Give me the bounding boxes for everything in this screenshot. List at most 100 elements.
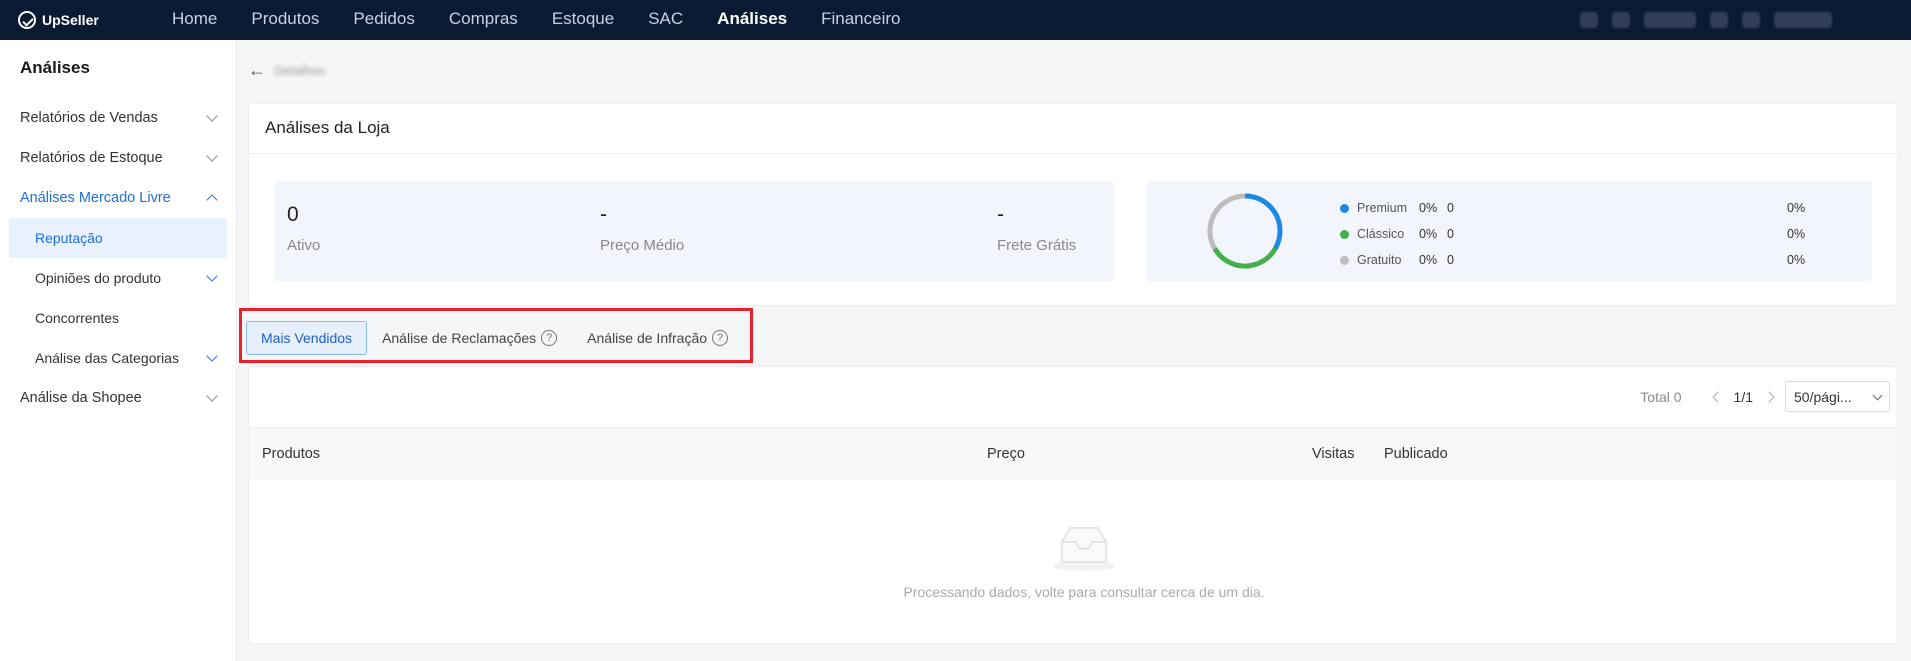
legend-row-classico: Clássico 0% 0 0% [1340, 221, 1820, 247]
legend-count: 0 [1447, 201, 1454, 215]
nav-compras[interactable]: Compras [432, 0, 535, 40]
sidebar-item-label: Análise da Shopee [20, 390, 142, 406]
sidebar: Análises Relatórios de Vendas Relatórios… [0, 40, 237, 661]
breadcrumb: ← Detalhes [248, 60, 325, 80]
chevron-up-icon [206, 194, 218, 206]
stat-label: Ativo [287, 237, 321, 254]
legend-pct2: 0% [1787, 201, 1806, 215]
nav-financeiro[interactable]: Financeiro [804, 0, 917, 40]
nav-analises[interactable]: Análises [700, 0, 804, 40]
stat-preco-medio: - Preço Médio [600, 203, 684, 254]
stat-label: Preço Médio [600, 237, 685, 254]
empty-state-text: Processando dados, volte para consultar … [903, 584, 1265, 600]
help-icon[interactable] [1612, 12, 1630, 28]
sidebar-item-shopee[interactable]: Análise da Shopee [0, 378, 236, 418]
breadcrumb-label: Detalhes [274, 62, 326, 78]
legend-row-gratuito: Gratuito 0% 0 0% [1340, 247, 1820, 273]
chevron-left-icon[interactable] [1711, 390, 1724, 403]
sidebar-item-opinioes[interactable]: Opiniões do produto [0, 258, 236, 298]
back-arrow-icon[interactable]: ← [248, 61, 266, 79]
sidebar-item-mercado-livre[interactable]: Análises Mercado Livre [0, 178, 236, 218]
settings-icon[interactable] [1742, 12, 1760, 28]
column-header-visitas[interactable]: Visitas [1312, 446, 1354, 462]
tab-label: Análise de Infração [587, 330, 708, 346]
sidebar-item-label: Concorrentes [35, 310, 120, 326]
legend-pct2: 0% [1787, 253, 1806, 267]
sidebar-item-categorias[interactable]: Análise das Categorias [0, 338, 236, 378]
sidebar-item-label: Reputação [35, 230, 103, 246]
column-header-produtos[interactable]: Produtos [262, 446, 320, 462]
table-header: Produtos Preço Visitas Publicado [249, 427, 1897, 480]
chevron-down-icon [206, 390, 218, 402]
sidebar-item-label: Análise das Categorias [35, 350, 179, 366]
app-logo[interactable]: UpSeller [18, 11, 155, 29]
page-size-value: 50/pági... [1794, 388, 1852, 405]
sidebar-item-label: Relatórios de Estoque [20, 150, 163, 166]
tab-reclamacoes[interactable]: Análise de Reclamações ? [367, 321, 572, 355]
notification-icon[interactable] [1580, 12, 1598, 28]
chevron-down-icon [206, 110, 218, 122]
nav-home[interactable]: Home [155, 0, 234, 40]
page-size-select[interactable]: 50/pági... [1785, 381, 1890, 412]
stat-value: - [600, 203, 607, 226]
user-avatar[interactable] [1774, 12, 1832, 28]
chevron-down-icon [206, 150, 218, 162]
pagination: Total 0 1/1 50/pági... [1640, 381, 1890, 412]
legend-pct2: 0% [1787, 227, 1806, 241]
sidebar-item-concorrentes[interactable]: Concorrentes [0, 298, 236, 338]
sidebar-item-relatorios-vendas[interactable]: Relatórios de Vendas [0, 98, 236, 138]
main-nav: Home Produtos Pedidos Compras Estoque SA… [155, 0, 917, 40]
nav-estoque[interactable]: Estoque [535, 0, 631, 40]
user-toolbar [1566, 0, 1911, 40]
sidebar-item-label: Análises Mercado Livre [20, 190, 171, 206]
account-chip[interactable] [1644, 12, 1696, 28]
legend-dot [1340, 229, 1349, 239]
help-circle-icon[interactable]: ? [712, 330, 729, 346]
legend-row-premium: Premium 0% 0 0% [1340, 195, 1820, 221]
language-icon[interactable] [1710, 12, 1728, 28]
chevron-right-icon[interactable] [1763, 390, 1775, 403]
sidebar-item-label: Relatórios de Vendas [20, 110, 158, 126]
stat-frete-gratis: - Frete Grátis [997, 203, 1076, 254]
tab-label: Mais Vendidos [261, 330, 353, 346]
donut-legend: Premium 0% 0 0% Clássico 0% 0 0% Gratuit… [1340, 195, 1820, 273]
tab-infracao[interactable]: Análise de Infração ? [572, 321, 743, 355]
sidebar-title: Análises [20, 58, 90, 77]
upseller-logo-icon [18, 11, 36, 29]
legend-dot [1340, 203, 1349, 213]
legend-dot [1340, 255, 1349, 265]
legend-name: Clássico [1357, 227, 1405, 241]
nav-pedidos[interactable]: Pedidos [336, 0, 431, 40]
nav-sac[interactable]: SAC [631, 0, 700, 40]
help-circle-icon[interactable]: ? [541, 330, 558, 346]
sidebar-item-reputacao[interactable]: Reputação [9, 218, 227, 258]
stats-panel: 0 Ativo - Preço Médio - Frete Grátis [275, 181, 1114, 281]
sidebar-item-relatorios-estoque[interactable]: Relatórios de Estoque [0, 138, 236, 178]
stat-ativo: 0 Ativo [287, 203, 320, 254]
legend-count: 0 [1447, 227, 1454, 241]
column-header-publicado[interactable]: Publicado [1384, 446, 1448, 462]
products-table-card: Total 0 1/1 50/pági... Produtos Preço Vi… [248, 366, 1898, 644]
store-analysis-card: Análises da Loja 0 Ativo - Preço Médio -… [248, 103, 1898, 306]
tab-mais-vendidos[interactable]: Mais Vendidos [246, 321, 368, 355]
donut-segment-classico [1207, 193, 1283, 269]
legend-pct: 0% [1419, 201, 1438, 215]
chevron-down-icon [206, 270, 218, 282]
listing-type-panel: Premium 0% 0 0% Clássico 0% 0 0% Gratuit… [1146, 181, 1872, 281]
column-header-preco[interactable]: Preço [987, 446, 1025, 462]
empty-state: Processando dados, volte para consultar … [579, 522, 1589, 600]
listing-type-donut [1207, 193, 1283, 269]
pagination-page: 1/1 [1733, 388, 1753, 405]
card-title: Análises da Loja [249, 104, 1897, 154]
nav-produtos[interactable]: Produtos [234, 0, 336, 40]
sidebar-item-label: Opiniões do produto [35, 270, 162, 286]
tab-label: Análise de Reclamações [382, 330, 537, 346]
stat-value: 0 [287, 203, 299, 226]
legend-count: 0 [1447, 253, 1454, 267]
stat-value: - [997, 203, 1004, 226]
legend-pct: 0% [1419, 253, 1438, 267]
analysis-tabs: Mais Vendidos Análise de Reclamações ? A… [246, 321, 743, 355]
stat-label: Frete Grátis [997, 237, 1077, 254]
top-navbar: UpSeller Home Produtos Pedidos Compras E… [0, 0, 1911, 40]
app-name: UpSeller [42, 12, 99, 28]
